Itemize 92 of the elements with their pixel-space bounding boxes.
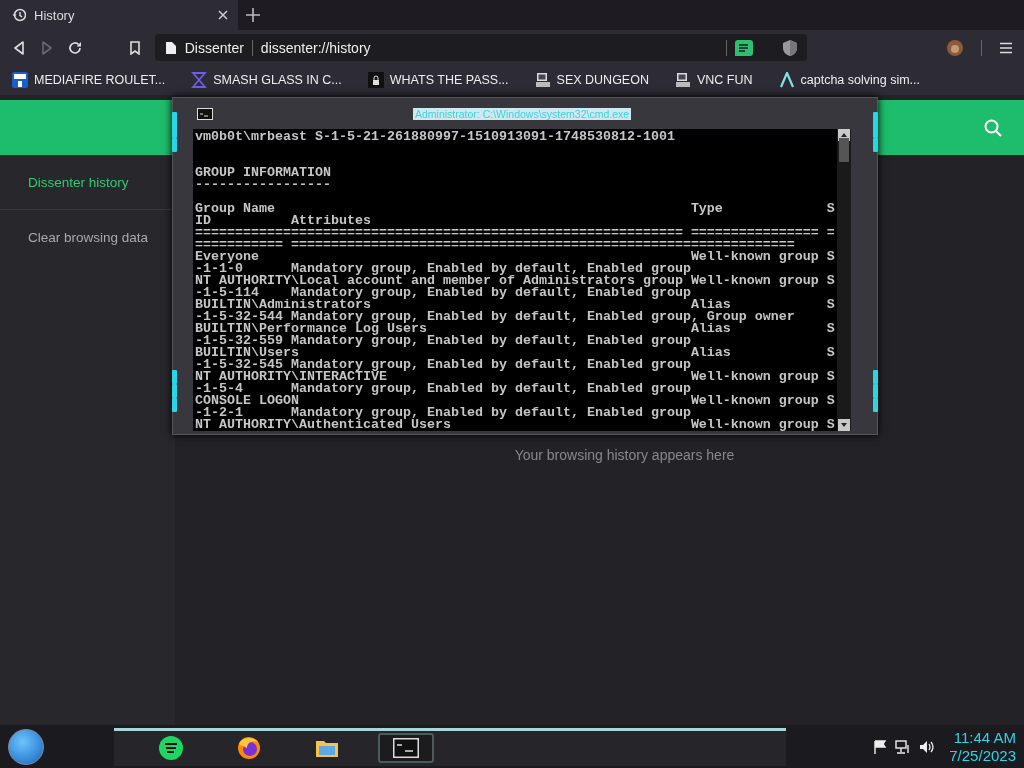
console-text: Everyone [195,251,260,263]
console-text: NT AUTHORITY\Authenticated Users [195,419,452,431]
new-tab-icon[interactable] [246,8,260,22]
page-icon [164,40,177,55]
console-text: BUILTIN\Administrators [195,299,371,311]
url-text: dissenter://history [260,39,371,56]
reload-icon[interactable] [68,40,82,55]
console-text: Alias [690,323,731,335]
console-text: CONSOLE LOGON [195,395,299,407]
console-text: Mandatory group, Enabled by default, Enabled group [290,263,692,275]
empty-message: Your browsing history appears here [514,447,735,465]
console-text: Mandatory group, Enabled by default, Enabled group [290,335,691,347]
sidebar-item[interactable]: Clear browsing data [0,210,175,264]
volume-icon[interactable] [919,739,936,754]
console-text: ID [195,215,211,227]
console-text: -1-5-114 [195,287,259,299]
console-text: Group Name [195,203,276,215]
shield-icon[interactable] [782,39,797,56]
menu-icon[interactable] [1000,41,1012,54]
console-text: S [826,347,835,359]
bookmark-icon[interactable] [128,40,141,55]
browser-icon [237,736,263,760]
bookmark[interactable]: VNC FUN [674,72,753,88]
taskbar-app[interactable] [378,733,434,763]
console-text: Well-known group [690,371,820,383]
console-text: S [826,203,835,215]
clock[interactable]: 11:44 AM 7/25/2023 [949,728,1016,765]
console-text: =========== [195,239,284,251]
music-app-icon [159,736,185,760]
console-text: Well-known group [690,275,820,287]
bookmark[interactable]: WHATS THE PASS... [367,72,509,88]
console-text: BUILTIN\Users [195,347,299,359]
terminal-icon [197,107,213,120]
terminal-icon [393,736,419,760]
site-name: Dissenter [184,39,244,56]
caret-icon [778,72,795,88]
lock-icon [367,72,384,88]
console-text: Mandatory group, Enabled by default, Enabled group [290,287,691,299]
back-icon[interactable] [12,40,26,55]
console-text: ============================================================= [195,227,684,239]
console-text: -1-5-32-544 [195,311,283,323]
console-text: Type [690,203,724,215]
start-button[interactable] [8,728,44,765]
computer-icon [534,72,551,88]
bookmark[interactable]: MEDIAFIRE ROULET... [12,72,166,88]
bookmark[interactable]: SMASH GLASS IN C... [191,72,342,88]
avatar-icon[interactable] [947,39,963,56]
console-text: S [826,419,835,431]
console-text: = [826,227,835,239]
computer-icon [674,72,691,88]
window-title: Administrator: C:\Windows\system32\cmd.exe [413,107,632,120]
console-text: BUILTIN\Performance Log Users [195,323,428,335]
browser-tab[interactable]: History [0,0,238,30]
console-text: ----------------- [195,179,332,191]
history-icon [12,8,26,22]
console-text: Well-known group [690,419,820,431]
console-text: =============================================================== [290,239,796,251]
console-text: Alias [690,347,732,359]
console-text: -1-5-32-545 [195,359,283,371]
chat-icon[interactable] [734,39,753,56]
console-text: Mandatory group, Enabled by default, Enabled group [290,359,692,371]
console-text: Well-known group [690,395,820,407]
console-text: S [826,371,835,383]
console-text: -1-1-0 [195,263,243,275]
console-text: GROUP INFORMATION [195,167,332,179]
console-text: Well-known group [690,251,820,263]
console-text: S [826,251,835,263]
console-text: Mandatory group, Enabled by default, Enabled group [290,383,692,395]
console-text: Mandatory group, Enabled by default, Enabled group [290,407,692,419]
console-text: Attributes [290,215,372,227]
close-icon[interactable] [218,10,228,20]
flag-icon[interactable] [873,739,888,754]
network-icon[interactable] [895,739,912,754]
scroll-down-icon[interactable] [838,419,850,431]
bookmark[interactable]: SEX DUNGEON [534,72,649,88]
console-text: -1-5-4 [195,383,243,395]
console-text: -1-2-1 [195,407,243,419]
console-text: S [826,395,835,407]
console-text: S [826,299,835,311]
bookmark[interactable]: captcha solving sim... [778,72,921,88]
console-text: NT AUTHORITY\INTERACTIVE [195,371,387,383]
console-text: S [826,323,835,335]
console-text: ================ [690,227,820,239]
scrollbar[interactable] [837,129,851,431]
scroll-thumb[interactable] [839,138,849,162]
console-text: vm0b0t\mrbeast S-1-5-21-261880997-1510913091-1748530812-1001 [195,131,676,143]
console-text: Mandatory group, Enabled by default, Enabled group, Group owner [290,311,796,323]
console-text: S [826,275,835,287]
address-bar[interactable]: Dissenter dissenter://history [154,34,807,61]
console-text: -1-5-32-559 [195,335,283,347]
console-text: NT AUTHORITY\Local account and member of Administrators group [195,275,683,287]
console-text: Alias [690,299,731,311]
